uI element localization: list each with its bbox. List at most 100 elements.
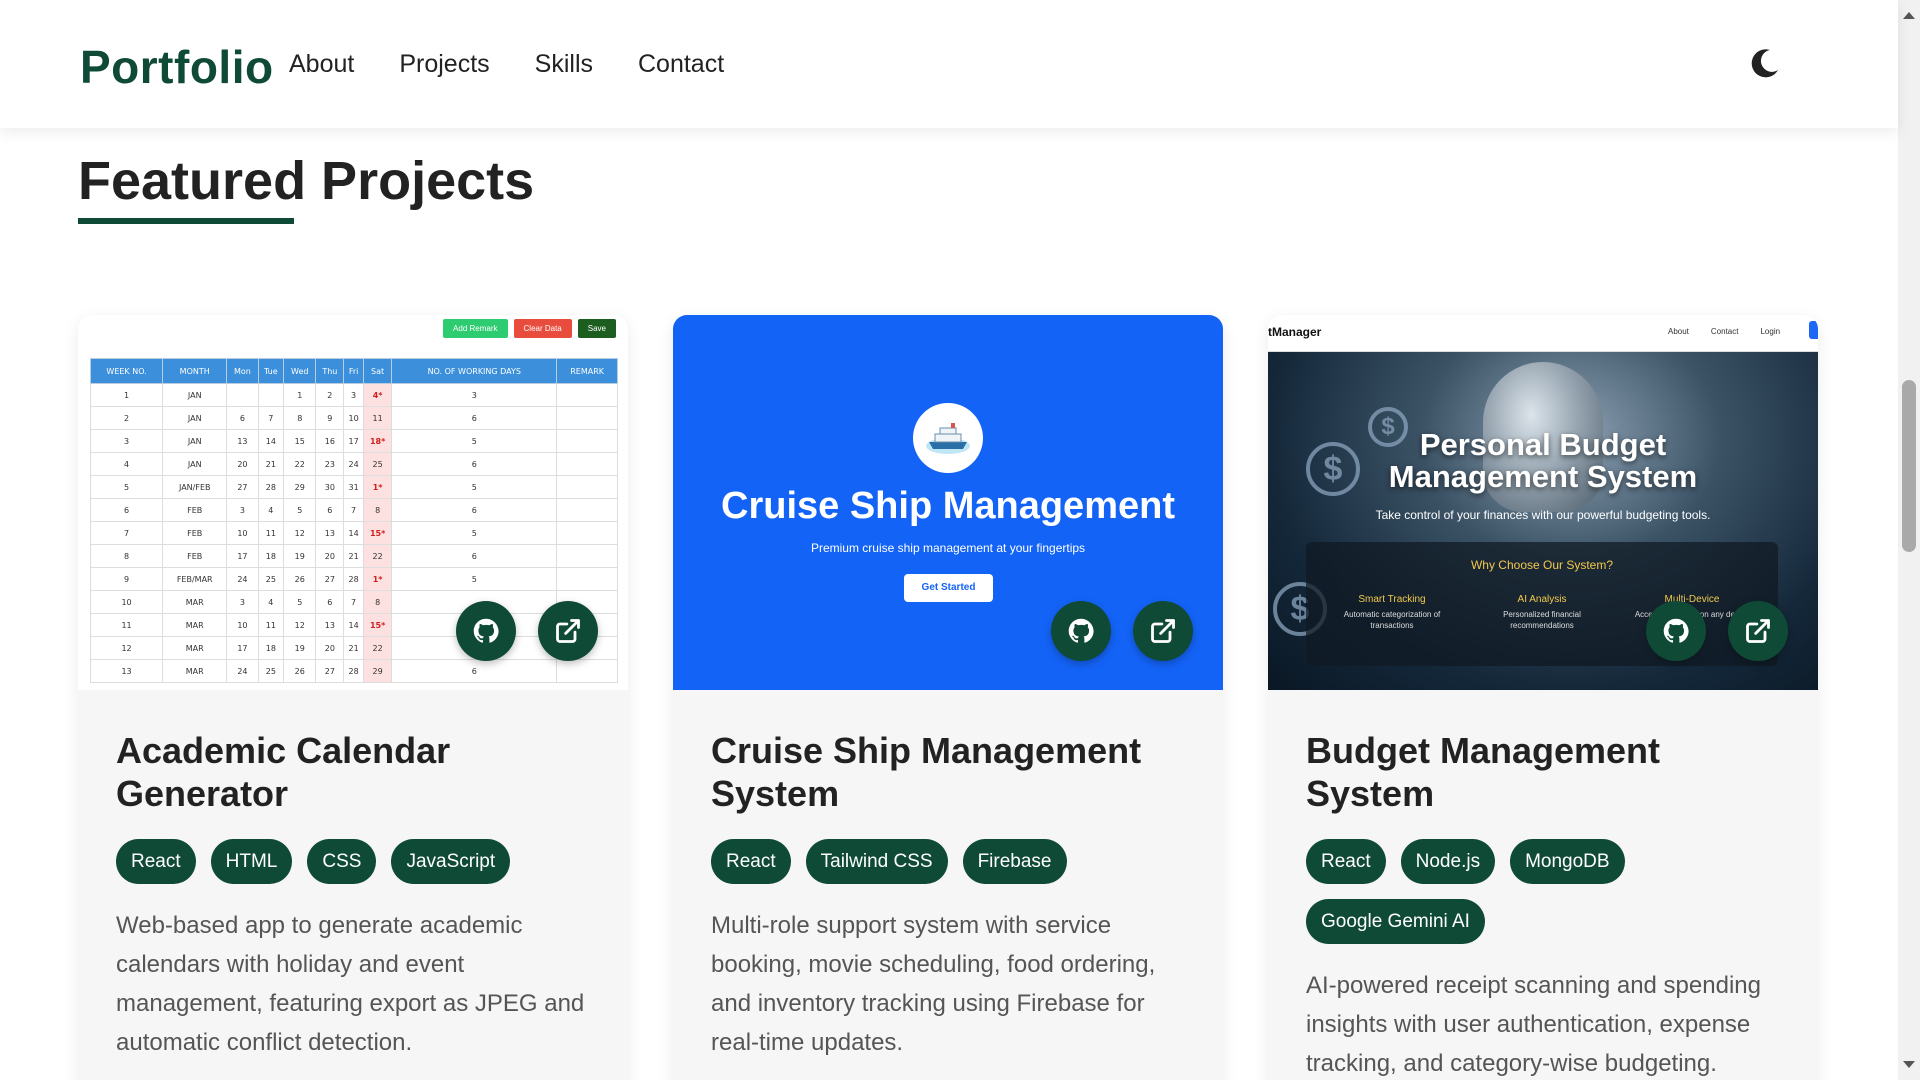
live-demo-link-button[interactable] <box>1728 601 1788 661</box>
preview-table-cell: JAN/FEB <box>162 475 228 499</box>
tech-tag: Node.js <box>1400 839 1496 884</box>
external-link-icon <box>556 619 580 643</box>
live-demo-link-button[interactable] <box>1133 601 1193 661</box>
preview-hero-title: Personal Budget Management System <box>1388 427 1698 494</box>
preview-table-cell: 21 <box>257 452 285 476</box>
preview-table-cell: 29 <box>362 659 393 683</box>
preview-table-cell: 6 <box>315 590 345 614</box>
preview-table-header: Wed <box>283 358 317 384</box>
preview-table-cell: 19 <box>283 636 317 660</box>
preview-table-cell <box>556 498 618 522</box>
preview-table-cell: 2 <box>89 406 164 430</box>
nav-link-skills[interactable]: Skills <box>535 50 593 79</box>
tech-tag: Firebase <box>962 839 1067 884</box>
preview-table-cell: 3 <box>391 383 558 407</box>
brand-logo[interactable]: Portfolio <box>80 40 274 94</box>
preview-table-cell: 25 <box>362 452 393 476</box>
nav-link-about[interactable]: About <box>289 50 354 79</box>
preview-table-cell: 16 <box>315 429 345 453</box>
preview-table-cell: 27 <box>226 475 259 499</box>
preview-table-cell: 2 <box>315 383 345 407</box>
preview-table-header: WEEK NO. <box>89 358 164 384</box>
preview-table-cell: MAR <box>162 613 228 637</box>
project-description: Web-based app to generate academic calen… <box>116 912 585 1056</box>
nav-link-projects[interactable]: Projects <box>399 50 489 79</box>
preview-table-cell: 19 <box>283 544 317 568</box>
preview-table-cell: 6 <box>315 498 345 522</box>
preview-table-cell <box>556 406 618 430</box>
preview-table-cell: 11 <box>257 613 285 637</box>
preview-get-started-button: Get Started <box>904 574 993 602</box>
external-link-icon <box>1746 619 1770 643</box>
tech-tags: React HTML CSS JavaScript <box>116 839 596 884</box>
preview-table-cell: 1 <box>89 383 164 407</box>
project-title: Budget Management System <box>1306 730 1661 814</box>
preview-table-cell: FEB <box>162 498 228 522</box>
preview-table-cell: 10 <box>89 590 164 614</box>
preview-table-cell: 5 <box>391 521 558 545</box>
preview-table-cell: 17 <box>343 429 364 453</box>
preview-table-cell: 4* <box>362 383 393 407</box>
preview-table-row: 6 FEB 3 4 5 6 7 8 6 <box>89 498 618 522</box>
nav-link-contact[interactable]: Contact <box>638 50 724 79</box>
preview-table-cell: 6 <box>89 498 164 522</box>
github-link-button[interactable] <box>1646 601 1706 661</box>
live-demo-link-button[interactable] <box>538 601 598 661</box>
ship-logo-icon <box>913 403 983 473</box>
preview-table-header: Sat <box>362 358 393 384</box>
preview-table-cell: 28 <box>257 475 285 499</box>
tech-tag: Tailwind CSS <box>805 839 948 884</box>
preview-table-cell: 8 <box>89 544 164 568</box>
tech-tag: React <box>1306 839 1386 884</box>
scrollbar-thumb[interactable] <box>1902 380 1916 552</box>
preview-table-cell <box>556 544 618 568</box>
preview-table-cell: MAR <box>162 636 228 660</box>
preview-table-cell: 4 <box>257 498 285 522</box>
preview-table-cell: 22 <box>362 636 393 660</box>
github-link-button[interactable] <box>456 601 516 661</box>
preview-table-cell: 3 <box>343 383 364 407</box>
preview-table-cell: 7 <box>257 406 285 430</box>
preview-table-cell: 6 <box>391 406 558 430</box>
preview-table-cell: 5 <box>283 498 317 522</box>
project-card-body: Budget Management System React Node.js M… <box>1306 729 1786 1080</box>
scroll-down-arrow-icon[interactable] <box>1898 1058 1920 1072</box>
preview-table-cell <box>226 383 259 407</box>
scroll-up-arrow-icon[interactable] <box>1898 8 1920 22</box>
preview-table-cell: 28 <box>343 659 364 683</box>
section-title: Featured Projects <box>78 151 535 211</box>
preview-table-cell: JAN <box>162 383 228 407</box>
preview-table-cell: 14 <box>257 429 285 453</box>
preview-table-cell: 17 <box>226 636 259 660</box>
preview-table-cell: 8 <box>362 590 393 614</box>
preview-table-row: 13 MAR 24 25 26 27 28 29 6 <box>89 659 618 683</box>
project-card-academic-calendar: Add Remark Clear Data Save WEEK NO. MONTH… <box>78 315 628 1080</box>
preview-table-cell: 1* <box>362 475 393 499</box>
github-link-button[interactable] <box>1051 601 1111 661</box>
preview-table-cell: 5 <box>391 429 558 453</box>
preview-table-cell: 11 <box>257 521 285 545</box>
preview-table-cell: 13 <box>89 659 164 683</box>
preview-table-cell: 6 <box>391 544 558 568</box>
preview-nav-link: Contact <box>1710 327 1739 336</box>
preview-table-cell: 22 <box>283 452 317 476</box>
moon-icon[interactable] <box>1748 46 1782 80</box>
tech-tags: React Node.js MongoDB Google Gemini AI <box>1306 839 1786 944</box>
preview-table-row: 2 JAN 6 7 8 9 10 11 6 <box>89 406 618 430</box>
github-icon <box>1663 618 1689 643</box>
project-description: Multi-role support system with service b… <box>711 912 1156 1056</box>
project-title: Academic Calendar Generator <box>116 730 451 814</box>
tech-tag: React <box>116 839 196 884</box>
preview-table-cell: 10 <box>226 521 259 545</box>
preview-table-cell: 3 <box>226 590 259 614</box>
preview-table-cell: 12 <box>89 636 164 660</box>
preview-table-cell: 6 <box>226 406 259 430</box>
preview-table-cell: 8 <box>283 406 317 430</box>
preview-table-cell: 21 <box>343 544 364 568</box>
preview-table-cell: 23 <box>315 452 345 476</box>
preview-table-row: 10 MAR 3 4 5 6 7 8 <box>89 590 618 614</box>
preview-table-cell: 25 <box>257 567 285 591</box>
project-card-budget-management: tManager About Contact Login $ $ $ Perso… <box>1268 315 1818 1080</box>
preview-table-cell: 22 <box>362 544 393 568</box>
preview-table-cell: 15* <box>362 613 393 637</box>
